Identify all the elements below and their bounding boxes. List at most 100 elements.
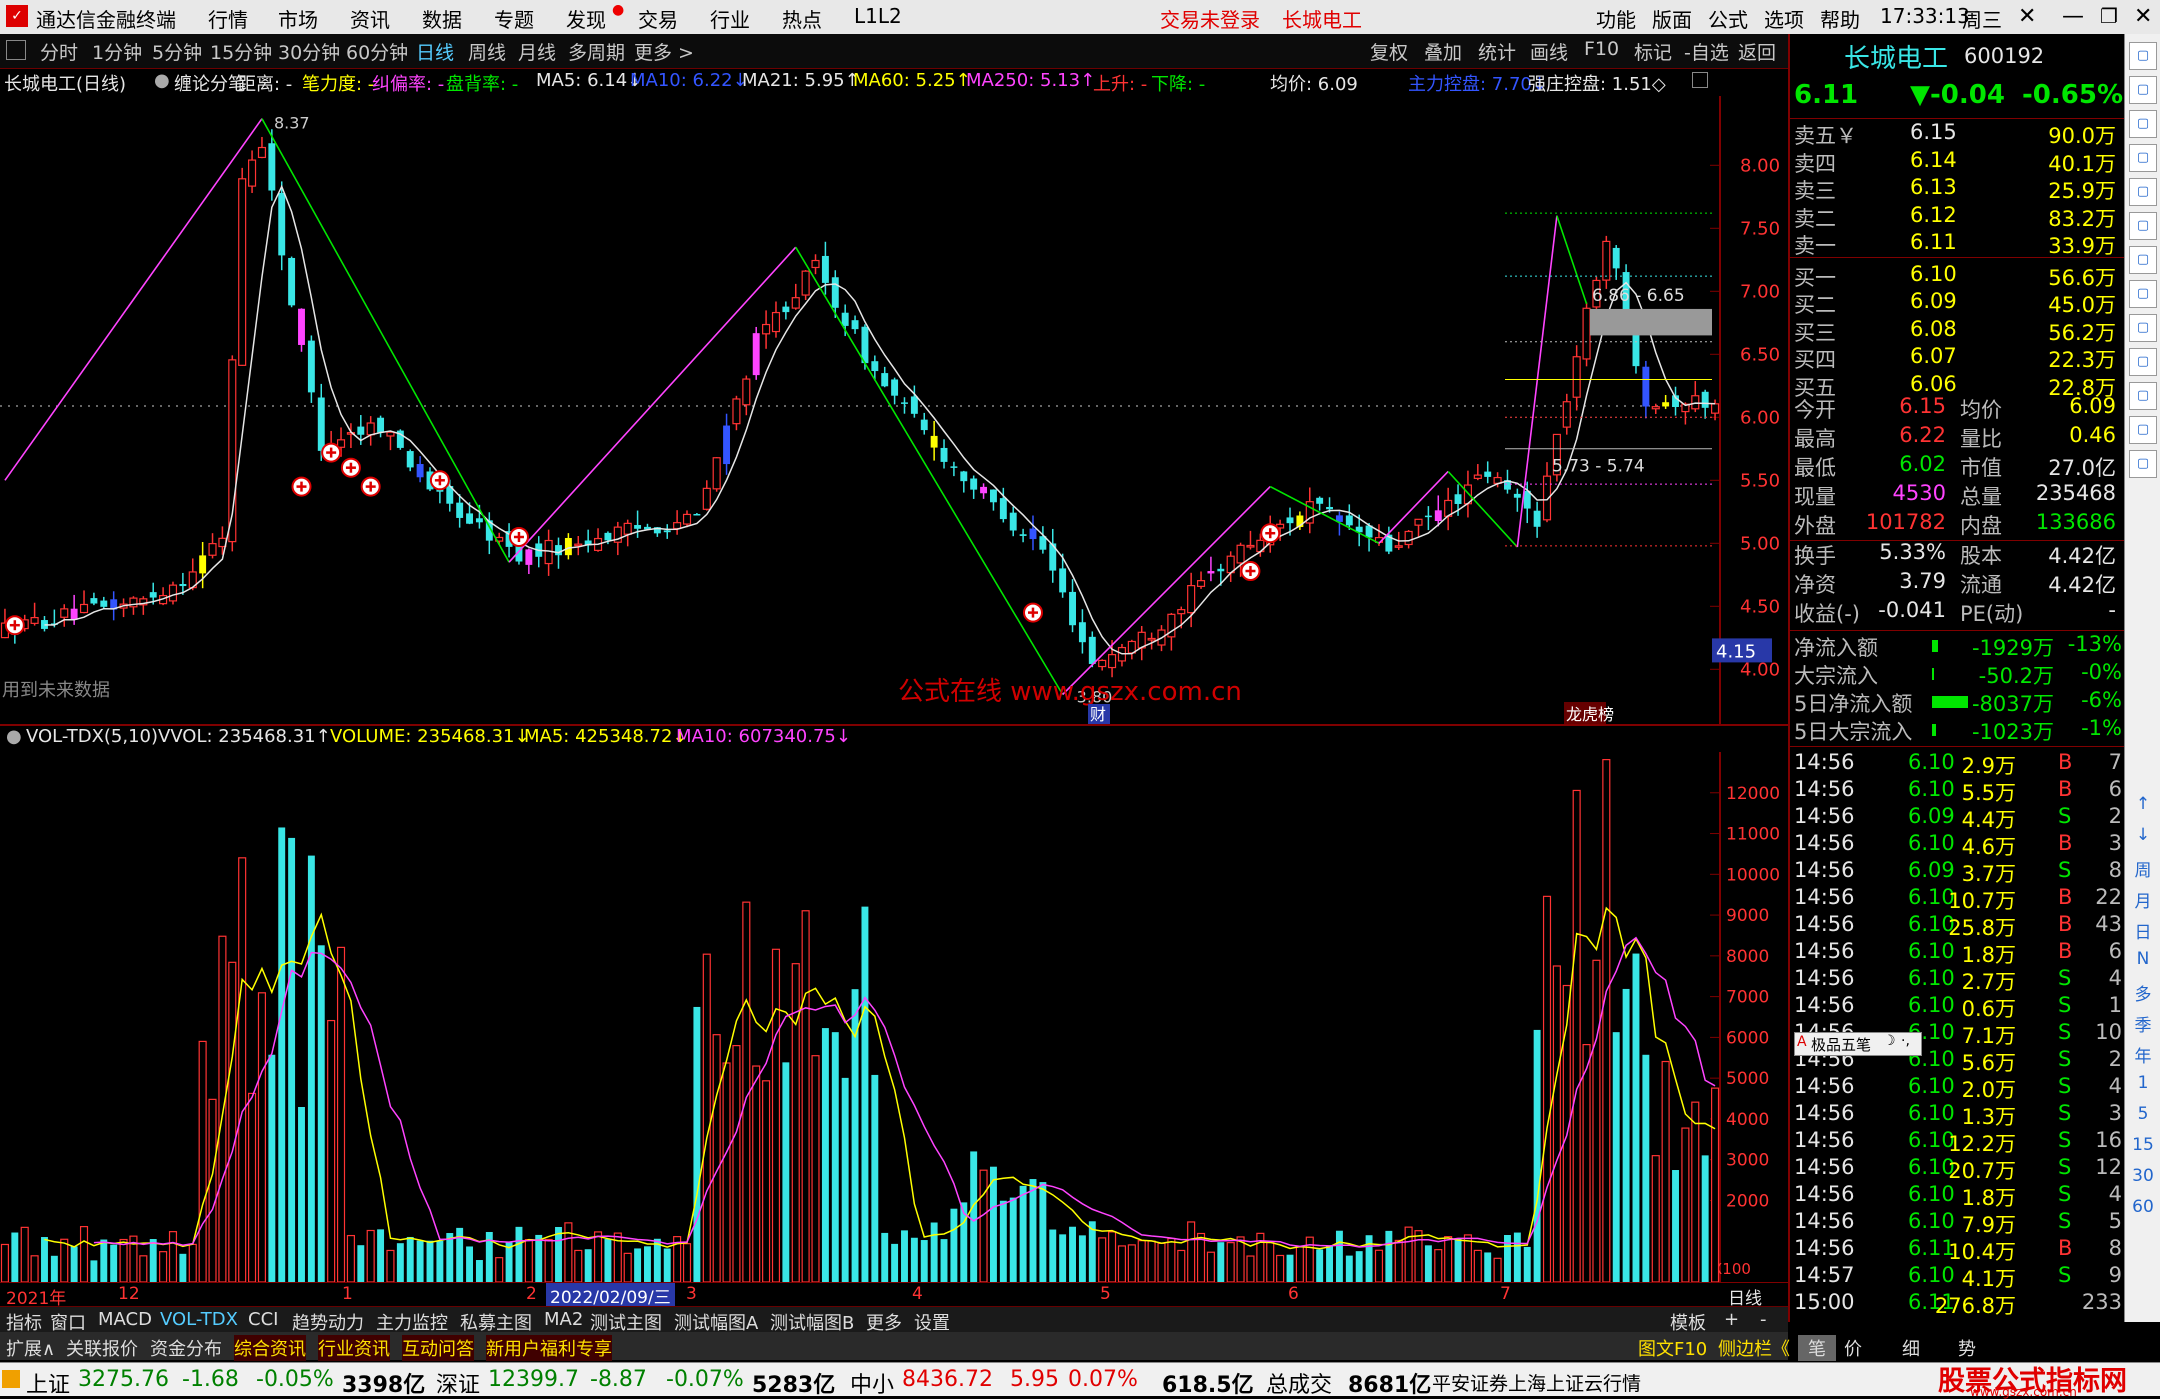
side-tool-label[interactable]: 15 <box>2125 1135 2160 1155</box>
menu-gongshi[interactable]: 公式 <box>1708 4 1748 33</box>
toolbar-biaoji[interactable]: 标记 <box>1634 38 1672 65</box>
period-60min[interactable]: 60分钟 <box>346 38 408 65</box>
minimize-icon[interactable]: — <box>2062 4 2084 29</box>
toolbar-zixuan[interactable]: -自选 <box>1684 38 1729 65</box>
tab-hudong[interactable]: 互动问答 <box>402 1335 474 1361</box>
side-tool-label[interactable]: ↑ <box>2125 794 2160 814</box>
side-tool-icon-9[interactable]: ▢ <box>2129 348 2157 376</box>
tab-shi[interactable]: 势 <box>1958 1335 1976 1361</box>
menu-faxian[interactable]: 发现 <box>566 4 606 33</box>
ask-price[interactable]: 6.12 <box>1910 203 1957 227</box>
ime-popup[interactable]: A 极品五笔 ☽ ·, <box>1794 1032 1922 1056</box>
side-tool-label[interactable]: 60 <box>2125 1197 2160 1217</box>
side-tool-label[interactable]: 5 <box>2125 1104 2160 1124</box>
side-tool-icon-12[interactable]: ▢ <box>2129 450 2157 478</box>
restore-icon[interactable]: ❐ <box>2100 4 2118 28</box>
menu-zixun[interactable]: 资讯 <box>350 4 390 33</box>
bid-price[interactable]: 6.07 <box>1910 344 1957 368</box>
gear-icon[interactable]: ● <box>6 726 22 747</box>
menu-shuju[interactable]: 数据 <box>422 4 462 33</box>
toolbar-f10[interactable]: F10 <box>1584 38 1619 60</box>
close-icon[interactable]: ✕ <box>2018 4 2036 29</box>
side-tool-label[interactable]: 周 <box>2125 856 2160 881</box>
tab-fuli[interactable]: 新用户福利专享 <box>486 1335 612 1361</box>
tab-jia[interactable]: 价 <box>1844 1335 1862 1361</box>
side-tool-icon-6[interactable]: ▢ <box>2129 246 2157 274</box>
side-tool-icon-3[interactable]: ▢ <box>2129 144 2157 172</box>
side-tool-icon-10[interactable]: ▢ <box>2129 382 2157 410</box>
menu-gongneng[interactable]: 功能 <box>1596 4 1636 33</box>
tab-sidebar[interactable]: 侧边栏《 <box>1718 1335 1790 1361</box>
period-more[interactable]: 更多 > <box>634 38 694 65</box>
ask-price[interactable]: 6.14 <box>1910 148 1957 172</box>
period-multi[interactable]: 多周期 <box>568 38 625 65</box>
period-5min[interactable]: 5分钟 <box>152 38 202 65</box>
side-tool-label[interactable]: 多 <box>2125 980 2160 1005</box>
sz-index-name[interactable]: 深证 <box>436 1367 480 1399</box>
candlestick-chart[interactable]: 8.00 7.50 7.00 6.50 6.00 5.50 5.00 4.50 4.004.15… <box>0 96 1788 726</box>
menu-shichang[interactable]: 市场 <box>278 4 318 33</box>
side-tool-icon-7[interactable]: ▢ <box>2129 280 2157 308</box>
period-fenshi[interactable]: 分时 <box>40 38 78 65</box>
side-tool-label[interactable]: 日 <box>2125 918 2160 943</box>
zoom-in-button[interactable]: + <box>1724 1309 1739 1330</box>
broker-name[interactable]: 平安证券上海上证云行情 <box>1432 1369 1641 1396</box>
tab-guanlian[interactable]: 关联报价 <box>66 1335 138 1361</box>
indicator-label[interactable]: 缠论分笔 <box>174 70 246 96</box>
tab-xi[interactable]: 细 <box>1902 1335 1920 1361</box>
tab-macd[interactable]: MACD <box>98 1309 152 1330</box>
tab-ma2[interactable]: MA2 <box>544 1309 583 1330</box>
zoom-out-button[interactable]: - <box>1760 1309 1767 1330</box>
vol-label[interactable]: VOL-TDX(5,10) <box>26 726 158 747</box>
side-tool-icon-8[interactable]: ▢ <box>2129 314 2157 342</box>
side-tool-icon-0[interactable]: ▢ <box>2129 42 2157 70</box>
period-monthly[interactable]: 月线 <box>518 38 556 65</box>
toolbar-fanhui[interactable]: 返回 <box>1738 38 1776 65</box>
tab-zonghe[interactable]: 综合资讯 <box>234 1335 306 1361</box>
menu-hangye[interactable]: 行业 <box>710 4 750 33</box>
close-icon[interactable] <box>1692 72 1708 88</box>
menu-xuanxiang[interactable]: 选项 <box>1764 4 1804 33</box>
window-close-icon[interactable]: ✕ <box>2134 4 2152 29</box>
volume-chart[interactable]: 12000 11000 10000 9000 8000 7000 6000 5000 4000 3… <box>0 752 1788 1282</box>
period-daily[interactable]: 日线 <box>416 38 454 65</box>
toolbar-diejia[interactable]: 叠加 <box>1424 38 1462 65</box>
side-tool-icon-2[interactable]: ▢ <box>2129 110 2157 138</box>
gear-icon[interactable]: ● <box>154 70 170 91</box>
zx-index-name[interactable]: 中小 <box>850 1367 894 1399</box>
bid-price[interactable]: 6.10 <box>1910 262 1957 286</box>
tab-hangye-zixun[interactable]: 行业资讯 <box>318 1335 390 1361</box>
period-1min[interactable]: 1分钟 <box>92 38 142 65</box>
toolbar-huaxian[interactable]: 画线 <box>1530 38 1568 65</box>
login-status[interactable]: 交易未登录 <box>1160 4 1260 33</box>
bid-price[interactable]: 6.06 <box>1910 372 1957 396</box>
side-tool-icon-1[interactable]: ▢ <box>2129 76 2157 104</box>
menu-l1l2[interactable]: L1L2 <box>854 4 902 28</box>
menu-banmian[interactable]: 版面 <box>1652 4 1692 33</box>
sh-index-name[interactable]: 上证 <box>26 1367 70 1399</box>
menu-zhuanti[interactable]: 专题 <box>494 4 534 33</box>
tab-tuwen-f10[interactable]: 图文F10 <box>1638 1335 1707 1361</box>
tab-zijin[interactable]: 资金分布 <box>150 1335 222 1361</box>
period-15min[interactable]: 15分钟 <box>210 38 272 65</box>
tab-bi[interactable]: 笔 <box>1798 1335 1836 1361</box>
side-tool-label[interactable]: 1 <box>2125 1073 2160 1093</box>
tab-kuozhan[interactable]: 扩展∧ <box>6 1335 55 1361</box>
side-tool-label[interactable]: N <box>2125 949 2160 969</box>
side-tool-label[interactable]: 月 <box>2125 887 2160 912</box>
tab-vol-tdx[interactable]: VOL-TDX <box>160 1309 238 1330</box>
menu-bangzhu[interactable]: 帮助 <box>1820 4 1860 33</box>
tab-cci[interactable]: CCI <box>248 1309 278 1330</box>
menu-hangqing[interactable]: 行情 <box>208 4 248 33</box>
panel-toggle-icon[interactable] <box>6 40 26 60</box>
ask-price[interactable]: 6.15 <box>1910 120 1957 144</box>
side-tool-label[interactable]: 年 <box>2125 1042 2160 1067</box>
toolbar-fuquan[interactable]: 复权 <box>1370 38 1408 65</box>
status-icon[interactable] <box>2 1370 20 1388</box>
side-tool-label[interactable]: 季 <box>2125 1011 2160 1036</box>
ask-price[interactable]: 6.11 <box>1910 230 1957 254</box>
period-30min[interactable]: 30分钟 <box>278 38 340 65</box>
side-tool-label[interactable]: 30 <box>2125 1166 2160 1186</box>
side-tool-label[interactable]: ↓ <box>2125 825 2160 845</box>
side-tool-icon-5[interactable]: ▢ <box>2129 212 2157 240</box>
